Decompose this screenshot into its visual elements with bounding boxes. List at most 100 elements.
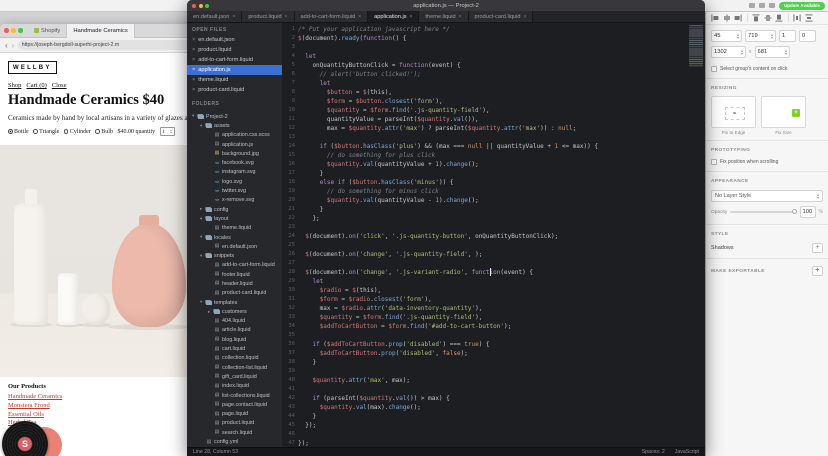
tree-item[interactable]: customers — [187, 307, 282, 316]
tree-item[interactable]: instagram.svg — [187, 168, 282, 177]
open-file-item[interactable]: add-to-cart-form.liquid — [187, 55, 282, 65]
tree-item[interactable]: application.js — [187, 140, 282, 149]
browser-tab-shopify[interactable]: Shopify — [28, 24, 68, 38]
back-button[interactable] — [5, 41, 8, 50]
height-field[interactable]: 681 — [755, 46, 790, 58]
stepper-icon[interactable] — [741, 50, 743, 55]
tree-item[interactable]: index.liquid — [187, 382, 282, 391]
tree-item[interactable]: layout — [187, 214, 282, 223]
close-file-icon[interactable] — [192, 77, 195, 83]
open-file-item[interactable]: application.js — [187, 65, 282, 75]
fix-size-widget[interactable] — [761, 96, 806, 128]
language-mode[interactable]: JavaScript — [675, 449, 699, 455]
tree-item[interactable]: en.default.json — [187, 242, 282, 251]
layer-style-select[interactable]: No Layer Style — [711, 190, 823, 202]
align-top-icon[interactable] — [752, 14, 760, 22]
tree-item[interactable]: templates — [187, 298, 282, 307]
add-constraint-icon[interactable] — [792, 109, 800, 117]
close-file-icon[interactable] — [192, 47, 195, 53]
tree-item[interactable]: list-collections.liquid — [187, 391, 282, 400]
close-tab-icon[interactable] — [285, 14, 288, 20]
browser-tab-handmade-ceramics[interactable]: Handmade Ceramics — [67, 24, 134, 38]
tree-item[interactable]: Project-2 — [187, 112, 282, 121]
editor-tab[interactable]: product-card.liquid — [469, 11, 534, 22]
product-link[interactable]: Monstera Frond — [8, 402, 62, 409]
variant-radio[interactable]: Cylinder — [64, 129, 91, 135]
close-tab-icon[interactable] — [459, 14, 462, 20]
close-tab-icon[interactable] — [410, 14, 413, 20]
align-right-icon[interactable] — [734, 14, 742, 22]
zoom-window-button[interactable] — [18, 28, 23, 33]
close-file-icon[interactable] — [192, 57, 195, 63]
tree-item[interactable]: x-remove.svg — [187, 196, 282, 205]
minimize-window-button[interactable] — [11, 28, 16, 33]
tree-item[interactable]: footer.liquid — [187, 270, 282, 279]
tree-item[interactable]: assets — [187, 121, 282, 130]
tree-item[interactable]: snippets — [187, 251, 282, 260]
pin-to-edge-widget[interactable] — [711, 96, 756, 128]
tree-item[interactable]: config.yml — [187, 437, 282, 446]
tree-item[interactable]: collection-list.liquid — [187, 363, 282, 372]
close-file-icon[interactable] — [192, 87, 195, 93]
tree-item[interactable]: product-card.liquid — [187, 289, 282, 298]
tree-item[interactable]: facebook.svg — [187, 158, 282, 167]
variant-radio[interactable]: Triangle — [33, 129, 59, 135]
editor-tab[interactable]: application.js — [368, 11, 419, 22]
minimap[interactable] — [689, 25, 703, 67]
opacity-field[interactable]: 100 — [800, 206, 816, 218]
status-menu-icon[interactable] — [749, 3, 755, 8]
forward-button[interactable] — [11, 41, 14, 50]
tree-item[interactable]: page.contact.liquid — [187, 400, 282, 409]
add-export-button[interactable] — [812, 266, 823, 276]
tree-item[interactable]: article.liquid — [187, 326, 282, 335]
slider-knob[interactable] — [792, 209, 797, 214]
close-tab-icon[interactable] — [524, 14, 527, 20]
tree-item[interactable]: 404.liquid — [187, 317, 282, 326]
tree-item[interactable]: search.liquid — [187, 428, 282, 437]
code-editor[interactable]: 1 /* Put your application javascript her… — [282, 23, 705, 447]
close-file-icon[interactable] — [192, 37, 195, 43]
variant-radio[interactable]: Bottle — [8, 129, 29, 135]
editor-tab[interactable]: add-to-cart-form.liquid — [295, 11, 369, 22]
superhi-record-player[interactable]: S — [0, 413, 72, 456]
close-file-icon[interactable] — [192, 67, 195, 73]
tree-item[interactable]: theme.liquid — [187, 224, 282, 233]
stepper-arrows-icon[interactable] — [170, 130, 172, 133]
fix-position-checkbox[interactable] — [711, 159, 717, 165]
site-logo[interactable]: WELLBY — [8, 61, 57, 74]
tree-item[interactable]: product.liquid — [187, 419, 282, 428]
tree-item[interactable]: twitter.svg — [187, 186, 282, 195]
editor-tab[interactable]: theme.liquid — [419, 11, 468, 22]
close-tab-icon[interactable] — [232, 14, 235, 20]
editor-tab[interactable]: en.default.json — [187, 11, 242, 22]
tree-item[interactable]: cart.liquid — [187, 344, 282, 353]
x-position-field[interactable]: 45 — [711, 30, 742, 42]
update-available-badge[interactable]: Update Available — [779, 2, 825, 10]
stepper-icon[interactable] — [737, 34, 739, 39]
opacity-slider[interactable] — [730, 211, 796, 213]
tree-item[interactable]: gift_card.liquid — [187, 372, 282, 381]
tree-item[interactable]: page.liquid — [187, 410, 282, 419]
close-window-button[interactable] — [4, 28, 9, 33]
tree-item[interactable]: add-to-cart-form.liquid — [187, 261, 282, 270]
quantity-stepper[interactable]: 1 — [160, 127, 175, 136]
tree-item[interactable]: collection.liquid — [187, 354, 282, 363]
open-file-item[interactable]: product-card.liquid — [187, 85, 282, 95]
stepper-icon[interactable] — [771, 34, 773, 39]
width-field[interactable]: 1302 — [711, 46, 746, 58]
product-link[interactable]: Handmade Ceramics — [8, 393, 62, 400]
site-nav-link[interactable]: Close — [52, 82, 67, 89]
radius-field[interactable]: 0 — [799, 30, 816, 42]
y-position-field[interactable]: 719 — [745, 30, 776, 42]
distribute-horizontal-icon[interactable] — [793, 14, 801, 22]
rotation-field[interactable]: 1 — [779, 30, 796, 42]
editor-tab[interactable]: product.liquid — [242, 11, 294, 22]
indent-setting[interactable]: Spaces: 2 — [642, 449, 665, 455]
add-shadow-button[interactable] — [812, 243, 823, 253]
align-center-horizontal-icon[interactable] — [723, 14, 731, 22]
tree-item[interactable]: config — [187, 205, 282, 214]
tree-item[interactable]: locales — [187, 233, 282, 242]
tree-item[interactable]: blog.liquid — [187, 335, 282, 344]
select-group-checkbox[interactable] — [711, 66, 717, 72]
align-bottom-icon[interactable] — [775, 14, 783, 22]
